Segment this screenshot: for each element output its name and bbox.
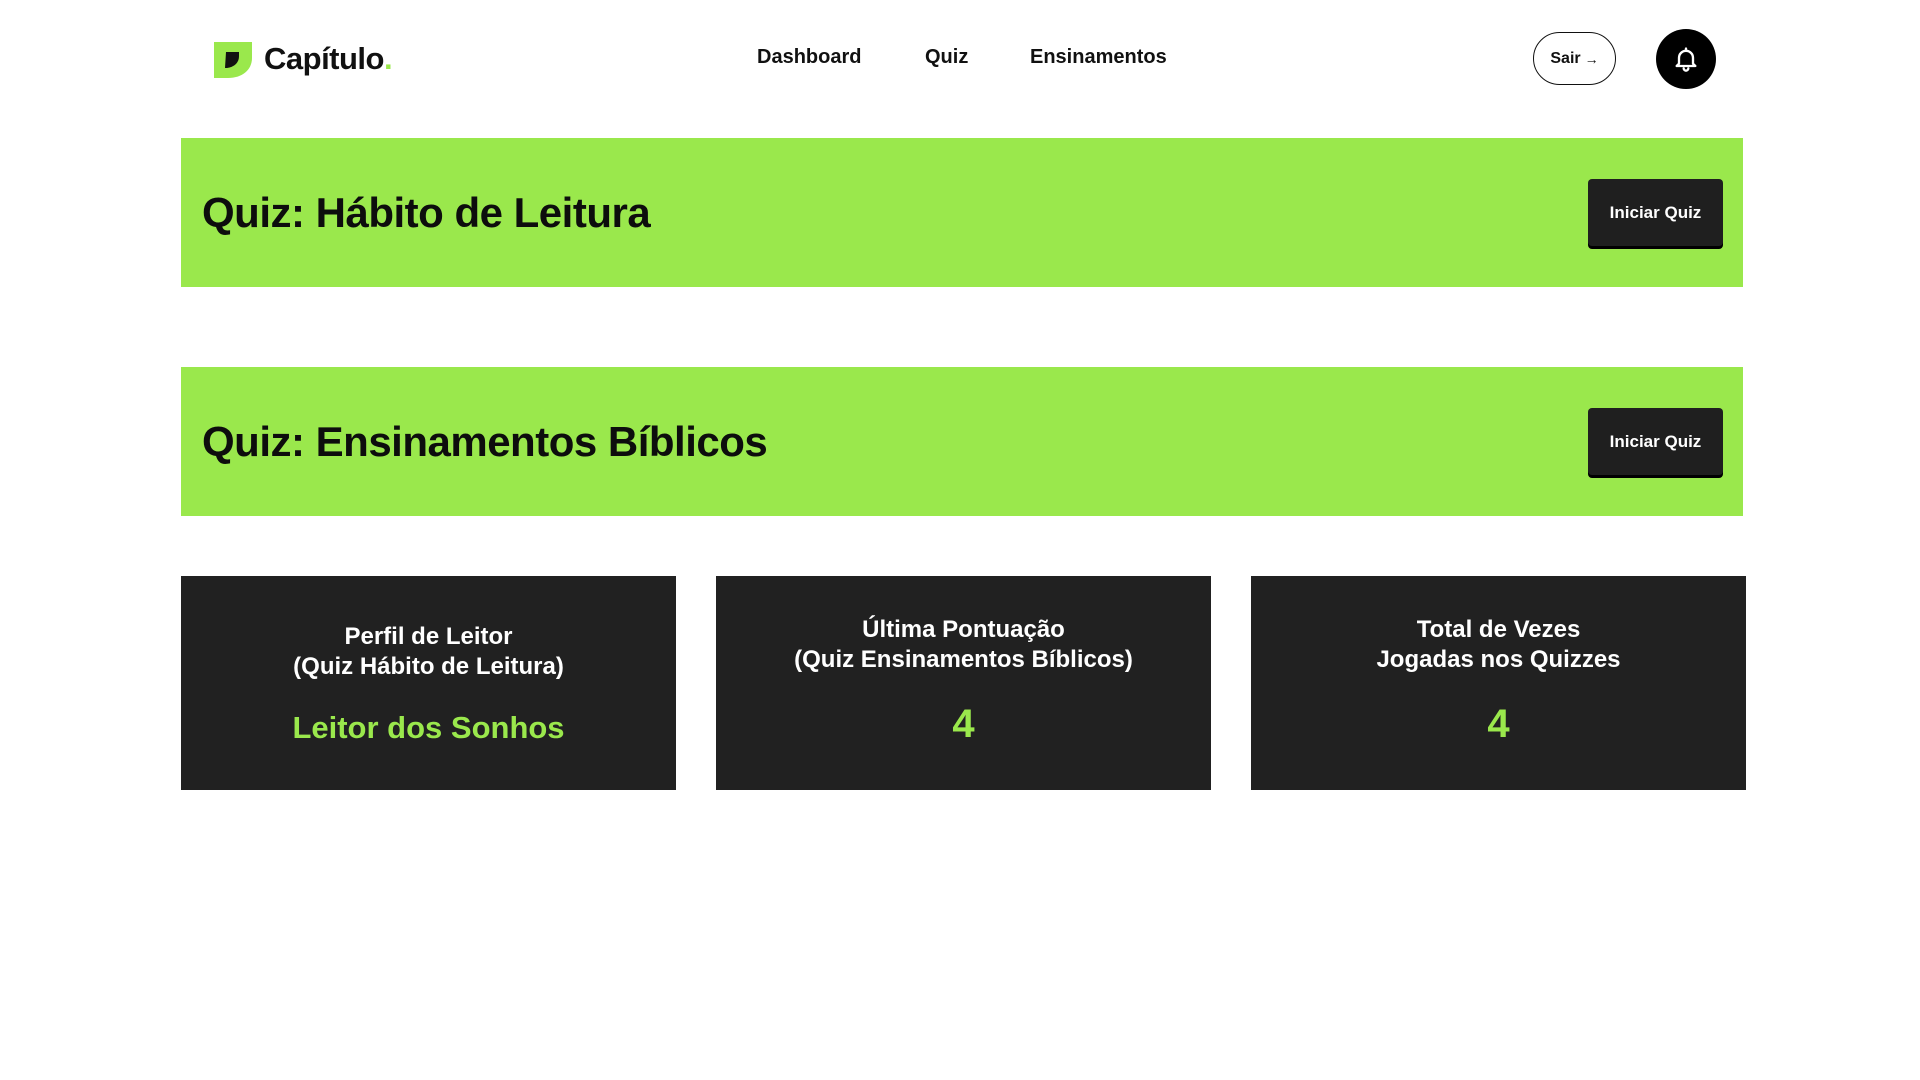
stat-value: 4 <box>1487 702 1510 746</box>
quiz-title: Quiz: Ensinamentos Bíblicos <box>202 417 768 465</box>
stat-label-line2: (Quiz Hábito de Leitura) <box>293 653 564 680</box>
notifications-button[interactable] <box>1656 29 1716 89</box>
stat-label-line1: Última Pontuação <box>862 616 1065 643</box>
stat-label-line2: (Quiz Ensinamentos Bíblicos) <box>794 646 1133 673</box>
stat-value: 4 <box>952 702 975 746</box>
top-header: Capítulo. Dashboard Quiz Ensinamentos Sa… <box>0 0 1920 120</box>
stat-card-last-score: Última Pontuação (Quiz Ensinamentos Bíbl… <box>716 576 1211 790</box>
arrow-right-icon: → <box>1584 50 1599 67</box>
quiz-banner-ensinamentos-biblicos: Quiz: Ensinamentos Bíblicos Iniciar Quiz <box>181 367 1743 516</box>
start-quiz-button[interactable]: Iniciar Quiz <box>1588 408 1723 475</box>
quiz-banner-habito-leitura: Quiz: Hábito de Leitura Iniciar Quiz <box>181 138 1743 287</box>
main-nav: Dashboard Quiz Ensinamentos <box>0 46 1920 76</box>
stat-label-line1: Perfil de Leitor <box>344 623 513 650</box>
stat-label: Última Pontuação (Quiz Ensinamentos Bíbl… <box>716 615 1211 675</box>
stat-label-line1: Total de Vezes <box>1416 616 1581 643</box>
nav-ensinamentos[interactable]: Ensinamentos <box>1030 46 1167 69</box>
dashboard-page: Capítulo. Dashboard Quiz Ensinamentos Sa… <box>0 0 1920 1080</box>
stat-label: Total de Vezes Jogadas nos Quizzes <box>1251 615 1746 675</box>
logout-button[interactable]: Sair → <box>1533 32 1616 85</box>
stat-label-line2: Jogadas nos Quizzes <box>1376 646 1621 673</box>
stat-value: Leitor dos Sonhos <box>292 710 565 745</box>
stat-card-reader-profile: Perfil de Leitor (Quiz Hábito de Leitura… <box>181 576 676 790</box>
bell-icon <box>1675 47 1697 72</box>
start-quiz-button[interactable]: Iniciar Quiz <box>1588 179 1723 246</box>
nav-dashboard[interactable]: Dashboard <box>757 46 861 69</box>
nav-quiz[interactable]: Quiz <box>925 46 968 69</box>
stat-card-total-plays: Total de Vezes Jogadas nos Quizzes 4 <box>1251 576 1746 790</box>
logout-label: Sair <box>1550 49 1581 67</box>
stat-label: Perfil de Leitor (Quiz Hábito de Leitura… <box>181 622 676 682</box>
quiz-title: Quiz: Hábito de Leitura <box>202 188 651 236</box>
